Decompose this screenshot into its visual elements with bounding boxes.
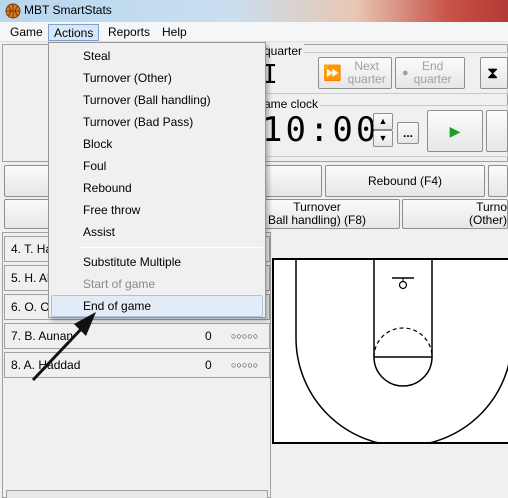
turnover-other-button[interactable]: Turno (Other) (402, 199, 508, 229)
menu-item-substitute-multiple[interactable]: Substitute Multiple (51, 251, 263, 273)
menu-help[interactable]: Help (157, 24, 192, 41)
player-row[interactable]: 7. B. Aunan 0 ○○○○○ (4, 323, 270, 349)
window-title: MBT SmartStats (24, 3, 112, 17)
clock-down-button[interactable]: ▼ (373, 130, 393, 147)
action-button-partial[interactable] (488, 165, 508, 197)
player-foul-dots: ○○○○○ (231, 360, 259, 370)
start-clock-button[interactable]: ▶ (427, 110, 483, 152)
menu-item-free-throw[interactable]: Free throw (51, 199, 263, 221)
player-fouls: 0 (205, 329, 212, 343)
clock-more-button[interactable]: ... (397, 122, 419, 144)
menu-reports[interactable]: Reports (103, 24, 155, 41)
timeout-button[interactable]: ⧗ (480, 57, 508, 89)
quarter-label: quarter (262, 44, 305, 58)
player-fouls: 0 (205, 358, 212, 372)
play-icon: ▶ (449, 122, 461, 139)
menu-item-start-of-game[interactable]: Start of game (51, 273, 263, 295)
actions-menu: Steal Turnover (Other) Turnover (Ball ha… (48, 42, 266, 318)
player-name: 7. B. Aunan (11, 329, 74, 343)
menu-item-block[interactable]: Block (51, 133, 263, 155)
hourglass-icon: ⧗ (487, 64, 499, 82)
player-foul-dots: ○○○○○ (231, 331, 259, 341)
basketball-app-icon (5, 3, 21, 19)
stop-circle-icon: ● (402, 66, 409, 79)
fast-forward-icon: ⏩ (323, 64, 342, 82)
menu-separator (79, 247, 263, 248)
triangle-up-icon: ▲ (378, 116, 388, 126)
game-clock-display: 10:00 (262, 110, 380, 150)
menu-item-turnover-ball-handling[interactable]: Turnover (Ball handling) (51, 89, 263, 111)
menu-item-rebound[interactable]: Rebound (51, 177, 263, 199)
player-name: 4. T. Ha (11, 242, 53, 256)
bottom-panel-edge (6, 490, 268, 498)
stop-clock-button[interactable] (486, 110, 508, 152)
menu-item-steal[interactable]: Steal (51, 45, 263, 67)
menu-item-foul[interactable]: Foul (51, 155, 263, 177)
menu-actions[interactable]: Actions (48, 24, 100, 41)
basketball-court[interactable] (272, 258, 508, 444)
menu-item-turnover-other[interactable]: Turnover (Other) (51, 67, 263, 89)
player-row[interactable]: 8. A. Haddad 0 ○○○○○ (4, 352, 270, 378)
player-name: 6. O. Ol (11, 300, 53, 314)
menu-game[interactable]: Game (5, 24, 48, 41)
next-quarter-button[interactable]: ⏩ Next quarter (318, 57, 392, 89)
triangle-down-icon: ▼ (378, 133, 388, 143)
end-quarter-button[interactable]: ● End quarter (395, 57, 465, 89)
menu-item-turnover-bad-pass[interactable]: Turnover (Bad Pass) (51, 111, 263, 133)
menu-item-assist[interactable]: Assist (51, 221, 263, 243)
menu-item-end-of-game[interactable]: End of game (51, 295, 263, 317)
game-clock-label: ame clock (262, 97, 321, 111)
clock-up-button[interactable]: ▲ (373, 113, 393, 130)
player-name: 5. H. Al (11, 271, 50, 285)
rebound-button[interactable]: Rebound (F4) (325, 165, 485, 197)
player-name: 8. A. Haddad (11, 358, 81, 372)
